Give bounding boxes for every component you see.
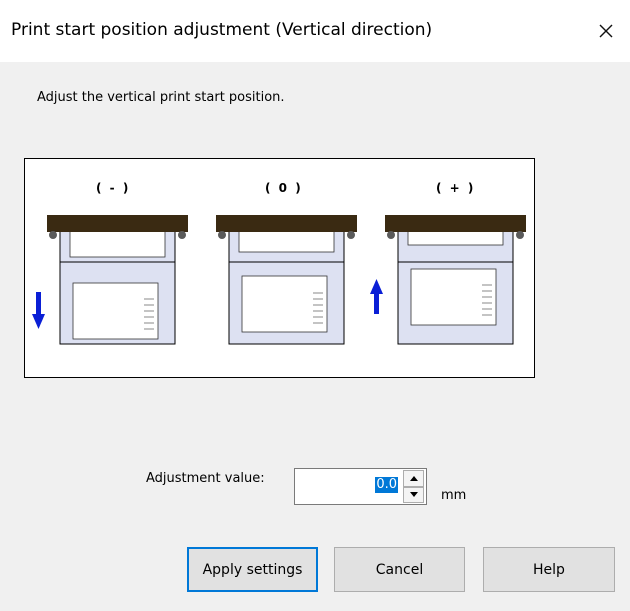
dialog-window: Print start position adjustment (Vertica… [0,0,630,611]
adjustment-value-label: Adjustment value: [146,471,265,486]
dialog-title: Print start position adjustment (Vertica… [11,20,433,40]
caret-up-icon [409,475,418,481]
spin-down-button[interactable] [403,486,424,503]
up-arrow-icon [370,279,383,314]
close-icon [599,24,613,38]
tray-zero [216,215,357,345]
title-bar: Print start position adjustment (Vertica… [0,0,630,62]
apply-settings-button[interactable]: Apply settings [187,547,318,592]
spin-buttons [403,470,424,503]
tray-minus [47,215,188,345]
adjustment-value-input[interactable]: 0.0 [375,477,398,493]
illustration-panel: ( - ) ( 0 ) ( + ) [24,158,535,378]
spin-up-button[interactable] [403,470,424,487]
tray-plus [385,215,526,345]
help-button[interactable]: Help [483,547,615,592]
instruction-text: Adjust the vertical print start position… [37,90,285,105]
adjustment-value-spinner[interactable]: 0.0 [294,468,427,505]
tray-illustration [32,215,526,345]
caret-down-icon [409,492,418,498]
cancel-button[interactable]: Cancel [334,547,465,592]
down-arrow-icon [32,292,45,329]
close-button[interactable] [582,0,630,62]
unit-label: mm [441,488,467,503]
